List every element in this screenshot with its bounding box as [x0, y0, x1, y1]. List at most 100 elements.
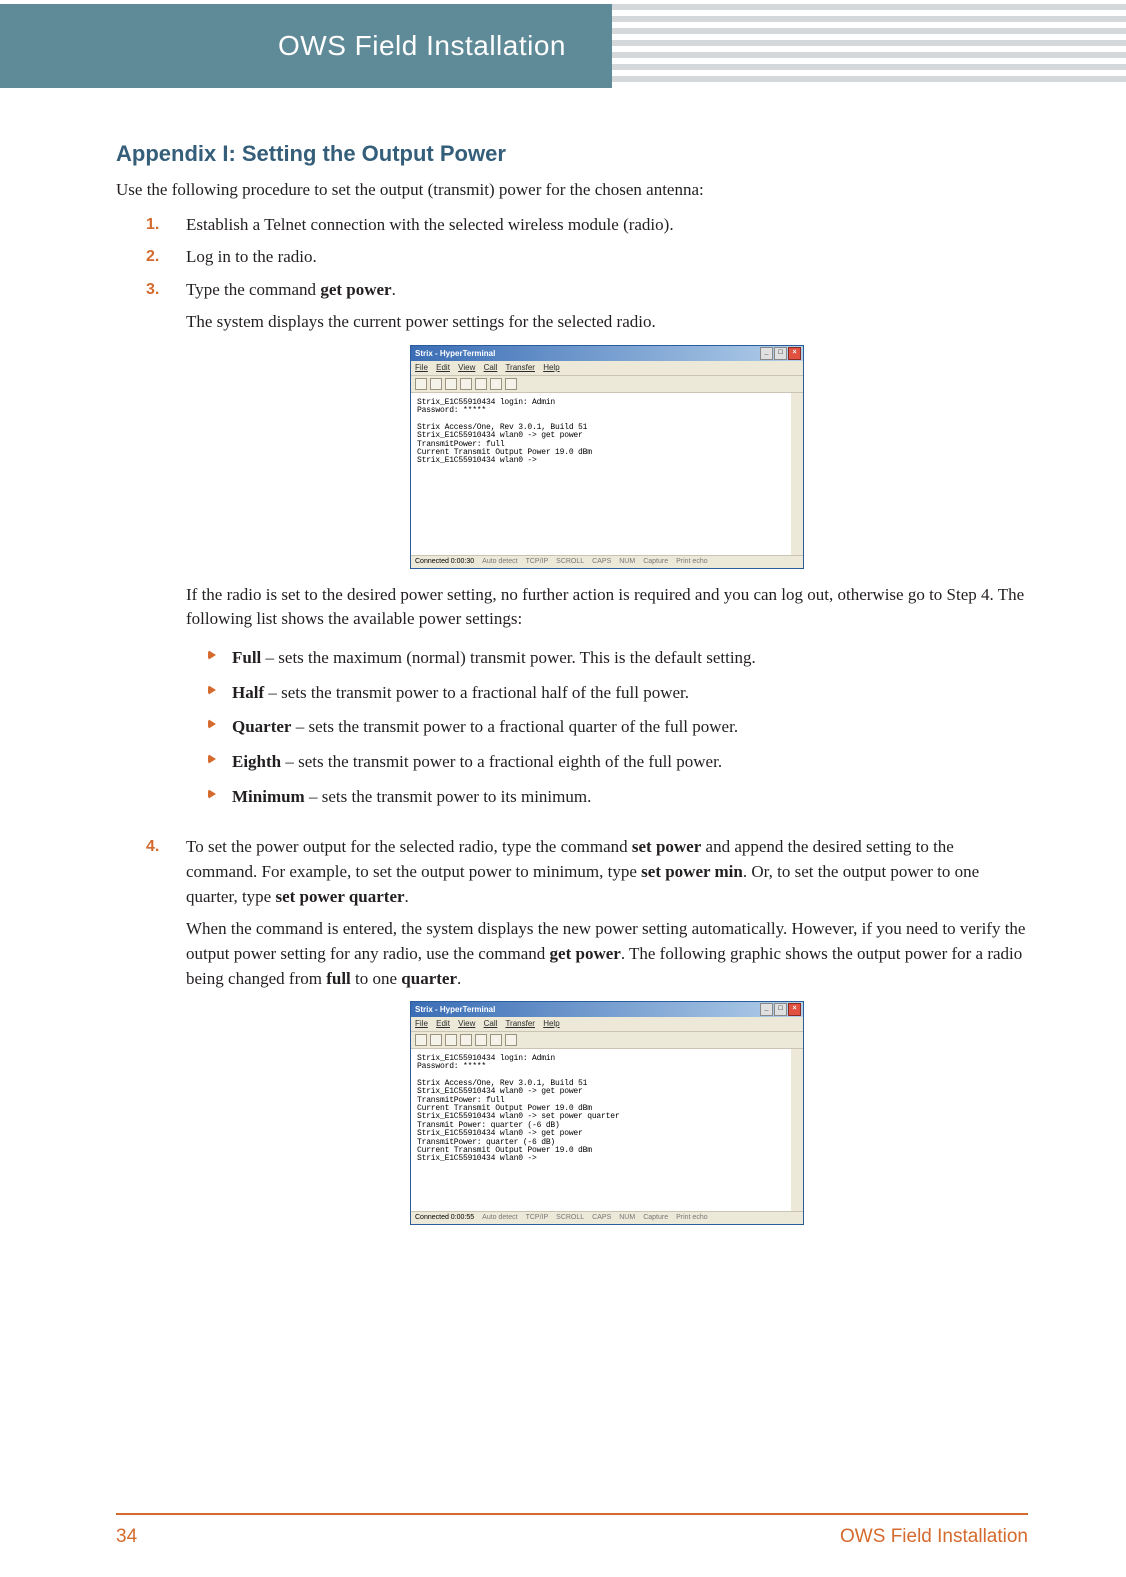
- footer-rule: [116, 1513, 1028, 1515]
- bullet-icon: [208, 719, 216, 729]
- menu-transfer: Transfer: [505, 1019, 535, 1028]
- status-scroll: SCROLL: [556, 557, 584, 567]
- power-setting-full: Full – sets the maximum (normal) transmi…: [208, 646, 1028, 681]
- toolbar-icon: [505, 1034, 517, 1046]
- step-4: 4. To set the power output for the selec…: [146, 835, 1028, 1247]
- command-bold: quarter: [401, 969, 457, 988]
- header-title: OWS Field Installation: [278, 26, 566, 67]
- step-1: 1. Establish a Telnet connection with th…: [146, 213, 1028, 246]
- page-content: Appendix I: Setting the Output Power Use…: [0, 88, 1126, 1247]
- terminal-output: Strix_E1C55910434 login: Admin Password:…: [411, 1049, 803, 1211]
- step-fragment: to one: [351, 969, 402, 988]
- step-extra: The system displays the current power se…: [186, 310, 1028, 335]
- setting-term: Minimum: [232, 787, 305, 806]
- toolbar-icon: [505, 378, 517, 390]
- window-title: Strix - HyperTerminal: [415, 348, 495, 360]
- window-menubar: File Edit View Call Transfer Help: [411, 1017, 803, 1032]
- page-footer: 34 OWS Field Installation: [116, 1523, 1028, 1551]
- toolbar-icon: [490, 1034, 502, 1046]
- toolbar-icon: [460, 378, 472, 390]
- power-setting-eighth: Eighth – sets the transmit power to a fr…: [208, 750, 1028, 785]
- step-fragment: .: [392, 280, 396, 299]
- command-bold: get power: [320, 280, 391, 299]
- status-num: NUM: [619, 1213, 635, 1223]
- section-heading: Appendix I: Setting the Output Power: [116, 138, 1028, 170]
- status-echo: Print echo: [676, 1213, 708, 1223]
- step-number: 3.: [146, 278, 159, 301]
- window-toolbar: [411, 1032, 803, 1049]
- power-setting-half: Half – sets the transmit power to a frac…: [208, 681, 1028, 716]
- step-fragment: .: [405, 887, 409, 906]
- toolbar-icon: [475, 378, 487, 390]
- setting-desc: – sets the transmit power to a fractiona…: [281, 752, 722, 771]
- menu-view: View: [458, 363, 475, 372]
- header-banner: OWS Field Installation: [0, 4, 1126, 88]
- menu-call: Call: [484, 1019, 498, 1028]
- status-protocol: TCP/IP: [526, 557, 549, 567]
- window-statusbar: Connected 0:00:55 Auto detect TCP/IP SCR…: [411, 1211, 803, 1224]
- maximize-icon: □: [774, 1003, 787, 1016]
- step-fragment: .: [457, 969, 461, 988]
- step-after-figure: If the radio is set to the desired power…: [186, 583, 1028, 632]
- status-connection: Connected 0:00:55: [415, 1213, 474, 1223]
- menu-edit: Edit: [436, 1019, 450, 1028]
- step-text: Log in to the radio.: [186, 245, 1028, 270]
- command-bold: full: [326, 969, 351, 988]
- status-echo: Print echo: [676, 557, 708, 567]
- step-text: Type the command get power.: [186, 278, 1028, 303]
- step-text: Establish a Telnet connection with the s…: [186, 213, 1028, 238]
- status-autodetect: Auto detect: [482, 557, 517, 567]
- command-bold: get power: [550, 944, 621, 963]
- minimize-icon: _: [760, 347, 773, 360]
- step-3: 3. Type the command get power. The syste…: [146, 278, 1028, 836]
- menu-file: File: [415, 363, 428, 372]
- minimize-icon: _: [760, 1003, 773, 1016]
- power-setting-minimum: Minimum – sets the transmit power to its…: [208, 785, 1028, 820]
- status-capture: Capture: [643, 1213, 668, 1223]
- hyperterminal-screenshot-2: Strix - HyperTerminal _ □ × File Edit Vi…: [410, 1001, 804, 1225]
- setting-desc: – sets the transmit power to a fractiona…: [291, 717, 738, 736]
- bullet-icon: [208, 754, 216, 764]
- window-titlebar: Strix - HyperTerminal _ □ ×: [411, 1002, 803, 1017]
- bullet-icon: [208, 685, 216, 695]
- step-fragment: Type the command: [186, 280, 320, 299]
- status-num: NUM: [619, 557, 635, 567]
- close-icon: ×: [788, 347, 801, 360]
- status-autodetect: Auto detect: [482, 1213, 517, 1223]
- command-bold: set power min: [641, 862, 743, 881]
- step-fragment: To set the power output for the selected…: [186, 837, 632, 856]
- status-scroll: SCROLL: [556, 1213, 584, 1223]
- step-number: 1.: [146, 213, 159, 236]
- step-list: 1. Establish a Telnet connection with th…: [116, 213, 1028, 1247]
- close-icon: ×: [788, 1003, 801, 1016]
- setting-desc: – sets the transmit power to a fractiona…: [264, 683, 689, 702]
- setting-term: Half: [232, 683, 264, 702]
- status-protocol: TCP/IP: [526, 1213, 549, 1223]
- step-number: 4.: [146, 835, 159, 858]
- maximize-icon: □: [774, 347, 787, 360]
- toolbar-icon: [415, 378, 427, 390]
- bullet-icon: [208, 650, 216, 660]
- page-number: 34: [116, 1523, 137, 1551]
- menu-help: Help: [543, 363, 559, 372]
- command-bold: set power: [632, 837, 701, 856]
- toolbar-icon: [430, 378, 442, 390]
- setting-term: Eighth: [232, 752, 281, 771]
- step-number: 2.: [146, 245, 159, 268]
- menu-view: View: [458, 1019, 475, 1028]
- status-caps: CAPS: [592, 1213, 611, 1223]
- step-2: 2. Log in to the radio.: [146, 245, 1028, 278]
- header-solid: OWS Field Installation: [0, 4, 612, 88]
- step-extra: When the command is entered, the system …: [186, 917, 1028, 991]
- terminal-output: Strix_E1C55910434 login: Admin Password:…: [411, 393, 803, 555]
- toolbar-icon: [445, 378, 457, 390]
- menu-edit: Edit: [436, 363, 450, 372]
- menu-transfer: Transfer: [505, 363, 535, 372]
- toolbar-icon: [490, 378, 502, 390]
- page-footer-label: OWS Field Installation: [840, 1523, 1028, 1551]
- toolbar-icon: [415, 1034, 427, 1046]
- hyperterminal-screenshot-1: Strix - HyperTerminal _ □ × File Edit Vi…: [410, 345, 804, 569]
- toolbar-icon: [460, 1034, 472, 1046]
- menu-call: Call: [484, 363, 498, 372]
- setting-desc: – sets the maximum (normal) transmit pow…: [261, 648, 756, 667]
